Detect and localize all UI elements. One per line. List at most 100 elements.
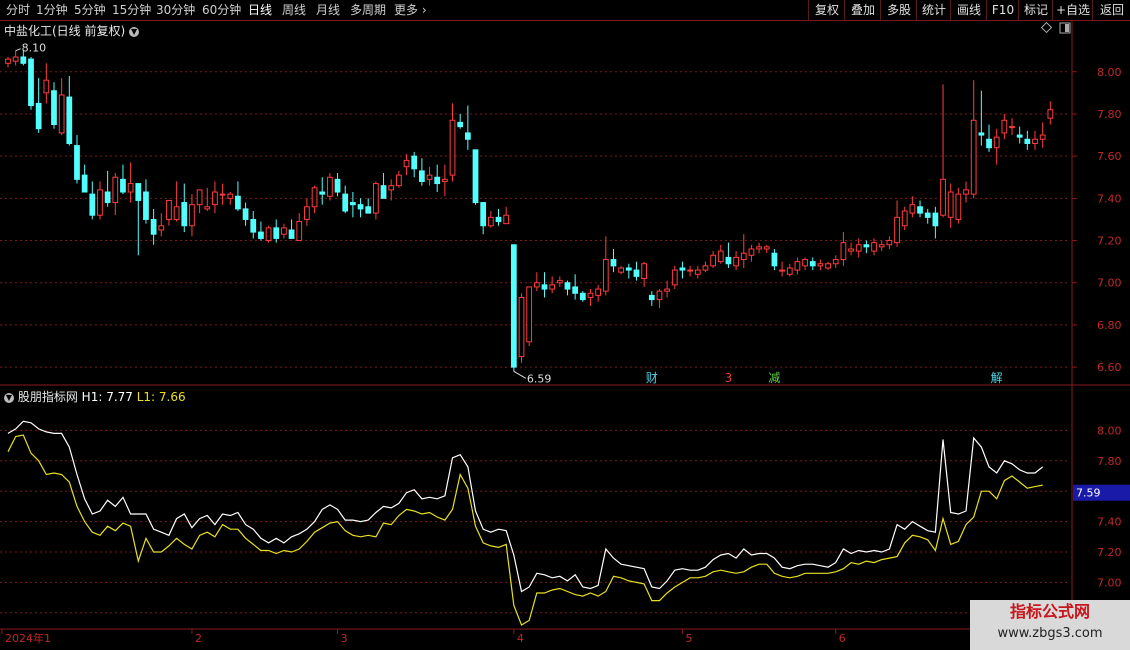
- candle-body[interactable]: [120, 178, 126, 193]
- candle-body[interactable]: [947, 191, 954, 218]
- candle-body[interactable]: [58, 94, 65, 134]
- event-marker[interactable]: 财: [646, 371, 658, 385]
- candle-body[interactable]: [411, 155, 418, 170]
- candle-body[interactable]: [909, 204, 916, 214]
- candle-body[interactable]: [917, 206, 923, 214]
- candle-body[interactable]: [28, 58, 34, 107]
- candle-body[interactable]: [89, 193, 96, 216]
- candle-body[interactable]: [955, 193, 962, 220]
- candle-body[interactable]: [35, 102, 42, 130]
- candle-body[interactable]: [1039, 134, 1046, 140]
- candle-body[interactable]: [304, 206, 310, 220]
- candle-body[interactable]: [1024, 138, 1031, 144]
- candle-body[interactable]: [296, 221, 303, 242]
- candle-body[interactable]: [763, 246, 770, 250]
- candle-body[interactable]: [825, 263, 831, 269]
- candle-body[interactable]: [809, 261, 816, 267]
- candle-body[interactable]: [135, 183, 142, 201]
- candle-body[interactable]: [871, 242, 877, 252]
- candle-body[interactable]: [66, 96, 73, 144]
- candle-body[interactable]: [189, 204, 195, 227]
- candle-body[interactable]: [173, 206, 180, 220]
- event-marker[interactable]: 减: [768, 371, 780, 385]
- candle-body[interactable]: [503, 214, 510, 225]
- diamond-icon[interactable]: [1040, 21, 1053, 34]
- candle-body[interactable]: [1047, 109, 1054, 119]
- candle-body[interactable]: [426, 174, 433, 180]
- candle-body[interactable]: [334, 178, 341, 193]
- candle-body[interactable]: [633, 269, 640, 277]
- candle-body[interactable]: [127, 183, 134, 193]
- candle-body[interactable]: [733, 256, 739, 267]
- candle-body[interactable]: [158, 225, 165, 231]
- candle-body[interactable]: [97, 189, 103, 216]
- candle-body[interactable]: [380, 185, 387, 199]
- candle-body[interactable]: [526, 286, 533, 343]
- candle-body[interactable]: [894, 216, 900, 244]
- candle-body[interactable]: [403, 159, 410, 168]
- candle-body[interactable]: [940, 178, 946, 216]
- candle-body[interactable]: [886, 240, 893, 246]
- candle-body[interactable]: [579, 292, 586, 301]
- candle-body[interactable]: [396, 174, 402, 187]
- candle-body[interactable]: [671, 269, 678, 286]
- candle-body[interactable]: [464, 132, 471, 140]
- candle-body[interactable]: [472, 149, 479, 204]
- candle-body[interactable]: [924, 212, 931, 218]
- candle-body[interactable]: [541, 284, 548, 290]
- event-marker[interactable]: 解: [991, 371, 1003, 385]
- candle-body[interactable]: [610, 259, 617, 267]
- candle-body[interactable]: [235, 195, 241, 210]
- candle-body[interactable]: [143, 191, 149, 220]
- candle-body[interactable]: [181, 202, 188, 227]
- candle-body[interactable]: [510, 244, 517, 368]
- candle-body[interactable]: [418, 170, 425, 182]
- candle-body[interactable]: [855, 244, 862, 252]
- candle-body[interactable]: [848, 248, 854, 252]
- candle-body[interactable]: [993, 136, 1000, 149]
- candle-body[interactable]: [457, 121, 464, 128]
- candle-body[interactable]: [166, 199, 172, 220]
- candle-body[interactable]: [832, 259, 839, 265]
- candle-body[interactable]: [572, 286, 579, 294]
- event-marker[interactable]: 3: [725, 371, 733, 385]
- candle-body[interactable]: [978, 132, 985, 136]
- candle-body[interactable]: [556, 280, 563, 284]
- candle-body[interactable]: [273, 227, 280, 239]
- candle-body[interactable]: [150, 218, 157, 235]
- candle-body[interactable]: [694, 269, 701, 275]
- candle-body[interactable]: [480, 202, 487, 227]
- candle-body[interactable]: [786, 267, 793, 275]
- candle-body[interactable]: [863, 244, 870, 248]
- candle-body[interactable]: [878, 244, 885, 248]
- candle-body[interactable]: [518, 297, 525, 358]
- candle-body[interactable]: [250, 218, 257, 233]
- candle-body[interactable]: [840, 242, 847, 261]
- candle-body[interactable]: [587, 292, 594, 298]
- candle-body[interactable]: [625, 267, 632, 271]
- candle-body[interactable]: [710, 254, 716, 267]
- candle-body[interactable]: [748, 248, 755, 256]
- candle-body[interactable]: [281, 227, 287, 235]
- candle-body[interactable]: [104, 191, 111, 204]
- candle-body[interactable]: [219, 193, 226, 196]
- candle-body[interactable]: [350, 202, 356, 206]
- candle-body[interactable]: [725, 256, 732, 265]
- candle-body[interactable]: [901, 210, 908, 227]
- candle-body[interactable]: [319, 191, 326, 195]
- candle-body[interactable]: [656, 290, 663, 301]
- candle-body[interactable]: [365, 206, 372, 214]
- candle-body[interactable]: [602, 259, 609, 292]
- chart-canvas[interactable]: 8.00 7.80 7.60 7.40 7.20 7.00 6.80 6.60 8.00 7.80…: [0, 0, 1130, 650]
- candle-body[interactable]: [664, 288, 670, 292]
- candle-body[interactable]: [388, 185, 395, 191]
- candle-body[interactable]: [771, 252, 778, 267]
- candle-body[interactable]: [51, 90, 57, 125]
- candle-body[interactable]: [434, 176, 441, 185]
- candle-body[interactable]: [794, 261, 801, 271]
- candle-body[interactable]: [74, 145, 80, 180]
- candle-body[interactable]: [81, 174, 88, 193]
- candle-body[interactable]: [970, 119, 977, 195]
- candle-body[interactable]: [327, 176, 333, 197]
- candle-body[interactable]: [533, 282, 540, 288]
